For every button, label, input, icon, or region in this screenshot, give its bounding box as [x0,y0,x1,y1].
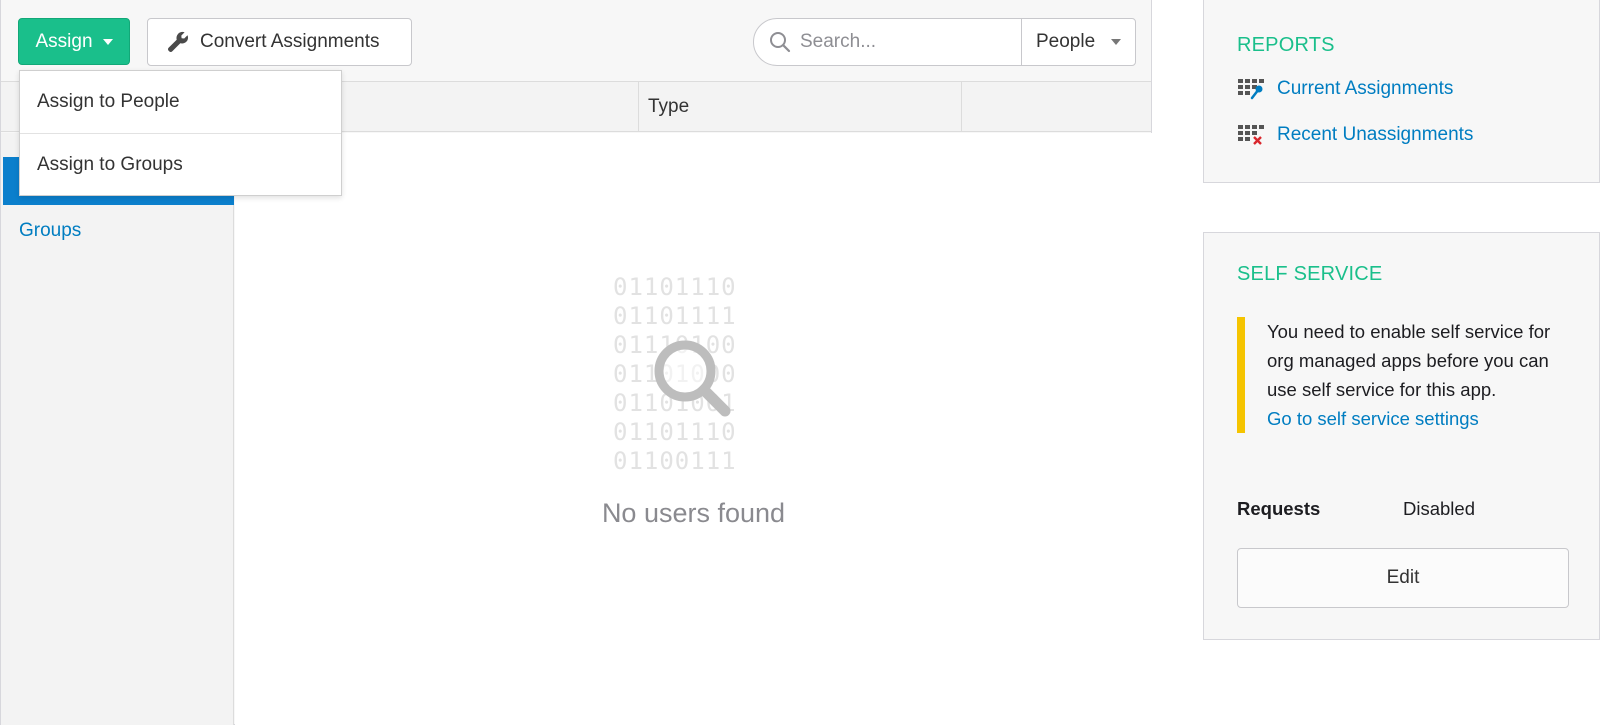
menu-item-assign-to-groups[interactable]: Assign to Groups [20,133,341,195]
recent-unassignments-label: Recent Unassignments [1277,124,1474,145]
assign-dropdown-menu: Assign to People Assign to Groups [19,70,342,196]
caret-down-icon [102,38,113,45]
search-scope-select[interactable]: People [1021,18,1136,66]
reports-title: REPORTS [1237,34,1335,56]
current-assignments-link[interactable]: Current Assignments [1237,76,1453,102]
magnifier-icon [654,340,731,417]
wrench-icon [168,31,189,52]
binary-line: 01101110 [613,273,737,301]
self-service-notice: You need to enable self service for org … [1237,317,1577,433]
recent-unassignments-link[interactable]: Recent Unassignments [1237,122,1473,148]
caret-down-icon [1111,39,1121,45]
current-assignments-label: Current Assignments [1277,78,1454,99]
requests-label: Requests [1237,498,1321,519]
assign-button[interactable]: Assign [18,18,130,65]
self-service-notice-text: You need to enable self service for org … [1267,321,1551,400]
column-header-type[interactable]: Type [648,96,689,118]
search-scope-value: People [1036,31,1096,52]
sidebar-item-groups[interactable]: Groups [19,220,81,242]
column-divider [638,82,639,132]
self-service-panel: SELF SERVICE You need to enable self ser… [1203,232,1600,640]
binary-line: 01101111 [613,302,737,330]
assignment-list: 01101110 01101111 01110100 01101000 0110… [235,133,1152,725]
menu-item-assign-to-people[interactable]: Assign to People [20,71,341,133]
grid-x-icon [1238,125,1264,145]
edit-button[interactable]: Edit [1237,548,1569,608]
search-field [753,18,1023,66]
assignment-type-nav: Groups [1,133,234,725]
empty-state-message: No users found [601,498,786,528]
self-service-title: SELF SERVICE [1237,263,1383,285]
column-divider [961,82,962,132]
convert-assignments-button[interactable]: Convert Assignments [147,18,412,66]
binary-line: 01100111 [613,447,737,475]
convert-assignments-label: Convert Assignments [200,31,380,52]
assign-button-label: Assign [35,30,93,52]
self-service-settings-link[interactable]: Go to self service settings [1267,404,1577,433]
empty-state-illustration: 01101110 01101111 01110100 01101000 0110… [613,273,773,475]
assignments-panel: Assign Convert Assignments People Type [0,0,1152,725]
requests-value: Disabled [1403,498,1475,519]
search-input[interactable] [800,31,1000,53]
grid-key-icon [1238,79,1264,100]
reports-panel: REPORTS Current Assignments Recent Unass… [1203,0,1600,183]
search-icon [770,32,791,53]
